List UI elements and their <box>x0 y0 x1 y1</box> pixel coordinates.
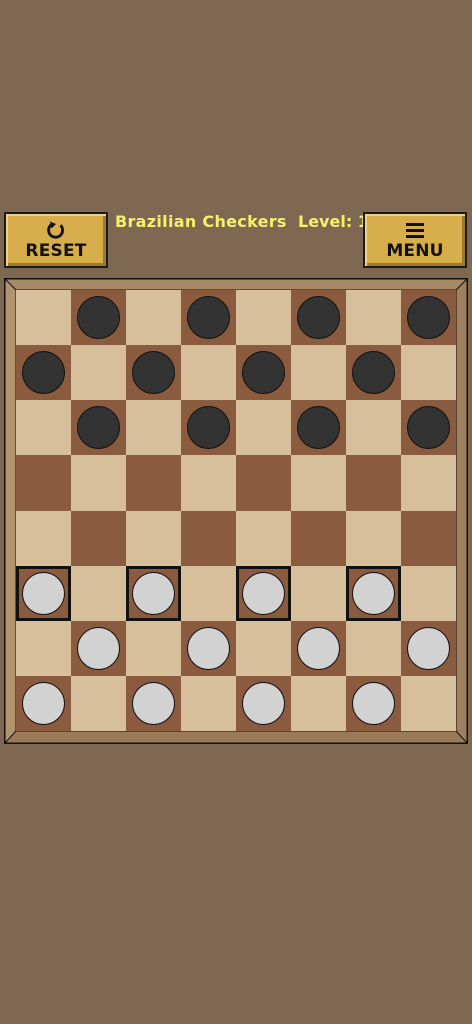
reset-label: RESET <box>25 240 87 261</box>
board-square <box>401 345 456 401</box>
board-square <box>126 400 181 456</box>
hamburger-menu-icon <box>406 222 424 238</box>
board-square[interactable] <box>291 620 346 676</box>
reset-icon <box>47 221 64 239</box>
white-piece[interactable] <box>77 626 120 670</box>
white-piece[interactable] <box>407 626 450 670</box>
top-bar: RESET Brazilian Checkers Level: 1 MENU <box>0 210 472 272</box>
white-piece[interactable] <box>22 571 65 615</box>
white-piece[interactable] <box>352 681 395 725</box>
board-square[interactable] <box>126 455 181 511</box>
board-square[interactable] <box>126 345 181 401</box>
board-square[interactable] <box>401 290 456 346</box>
board-square <box>16 400 71 456</box>
black-piece[interactable] <box>297 406 340 450</box>
board-square[interactable] <box>181 290 236 346</box>
board-square[interactable] <box>291 290 346 346</box>
game-title: Brazilian Checkers <box>115 212 287 231</box>
board-square[interactable] <box>236 455 291 511</box>
black-piece[interactable] <box>187 296 230 340</box>
black-piece[interactable] <box>77 296 120 340</box>
board-square[interactable] <box>236 345 291 401</box>
black-piece[interactable] <box>77 406 120 450</box>
black-piece[interactable] <box>407 406 450 450</box>
white-piece[interactable] <box>242 571 285 615</box>
black-piece[interactable] <box>22 351 65 395</box>
board-square <box>126 620 181 676</box>
board-square <box>126 290 181 346</box>
menu-label: MENU <box>386 240 444 261</box>
board-square[interactable] <box>236 675 291 731</box>
white-piece[interactable] <box>242 681 285 725</box>
board-square <box>291 565 346 621</box>
reset-button[interactable]: RESET <box>4 212 108 268</box>
board-square[interactable] <box>16 565 71 621</box>
board-square <box>181 455 236 511</box>
menu-button[interactable]: MENU <box>363 212 467 268</box>
board-square <box>291 345 346 401</box>
board-square <box>236 400 291 456</box>
black-piece[interactable] <box>132 351 175 395</box>
board-square <box>291 675 346 731</box>
board-square[interactable] <box>401 400 456 456</box>
board-square[interactable] <box>401 620 456 676</box>
board-square <box>16 510 71 566</box>
board-square <box>71 565 126 621</box>
white-piece[interactable] <box>297 626 340 670</box>
checkers-board <box>16 290 456 731</box>
board-square[interactable] <box>291 510 346 566</box>
white-piece[interactable] <box>22 681 65 725</box>
white-piece[interactable] <box>352 571 395 615</box>
black-piece[interactable] <box>407 296 450 340</box>
board-square[interactable] <box>16 675 71 731</box>
board-square <box>181 345 236 401</box>
board-square[interactable] <box>16 345 71 401</box>
white-piece[interactable] <box>132 571 175 615</box>
board-square[interactable] <box>126 675 181 731</box>
board-square <box>346 620 401 676</box>
board-square[interactable] <box>346 455 401 511</box>
black-piece[interactable] <box>242 351 285 395</box>
board-square[interactable] <box>181 400 236 456</box>
black-piece[interactable] <box>297 296 340 340</box>
black-piece[interactable] <box>352 351 395 395</box>
board-square <box>71 675 126 731</box>
board-square[interactable] <box>181 510 236 566</box>
board-square <box>236 510 291 566</box>
board-square <box>346 400 401 456</box>
black-piece[interactable] <box>187 406 230 450</box>
board-square[interactable] <box>16 455 71 511</box>
board-square <box>236 620 291 676</box>
board-square[interactable] <box>71 400 126 456</box>
board-square <box>181 565 236 621</box>
board-square <box>181 675 236 731</box>
board-square[interactable] <box>71 620 126 676</box>
board-square <box>401 675 456 731</box>
board-square[interactable] <box>291 400 346 456</box>
board-square <box>346 290 401 346</box>
white-piece[interactable] <box>132 681 175 725</box>
board-square[interactable] <box>181 620 236 676</box>
board-square[interactable] <box>346 675 401 731</box>
board-square <box>236 290 291 346</box>
level-indicator: Level: 1 <box>298 212 369 231</box>
board-square <box>16 620 71 676</box>
board-square <box>16 290 71 346</box>
board-square <box>401 455 456 511</box>
board-square[interactable] <box>346 565 401 621</box>
board-square <box>401 565 456 621</box>
board-square <box>71 345 126 401</box>
board-square[interactable] <box>126 565 181 621</box>
board-square[interactable] <box>401 510 456 566</box>
board-frame <box>4 278 468 744</box>
board-square[interactable] <box>71 510 126 566</box>
board-square <box>126 510 181 566</box>
board-square <box>346 510 401 566</box>
board-square <box>71 455 126 511</box>
board-square <box>291 455 346 511</box>
board-square[interactable] <box>236 565 291 621</box>
board-square[interactable] <box>71 290 126 346</box>
white-piece[interactable] <box>187 626 230 670</box>
board-square[interactable] <box>346 345 401 401</box>
